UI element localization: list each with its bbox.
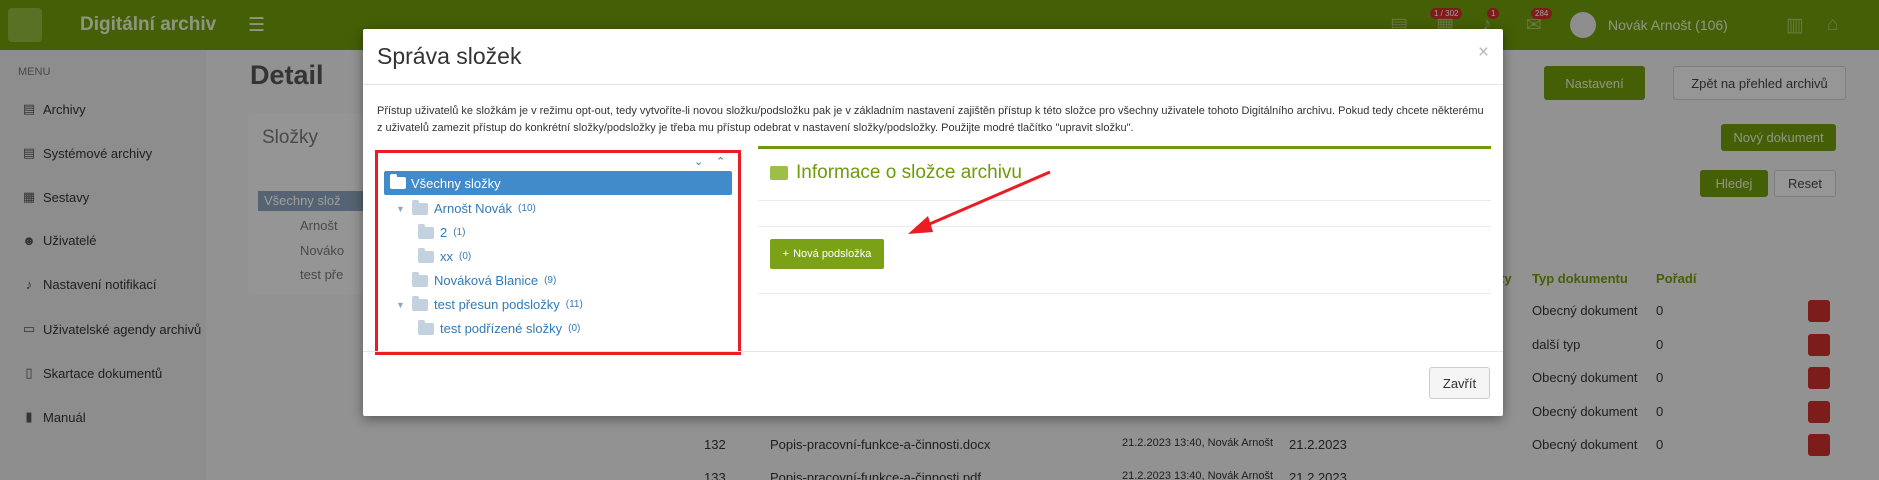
expand-all-icon[interactable]: ⌄ [694,155,703,168]
folder-icon [418,319,434,335]
tree-root-all-folders[interactable]: Všechny složky [384,171,732,195]
tree-node-2[interactable]: 2 (1) [418,223,466,240]
folder-icon [412,295,428,311]
folder-info-panel: Informace o složce archivu + Nová podslo… [758,146,1491,376]
tree-node-label: Nováková Blanice [434,273,539,288]
tree-node-label: 2 [440,225,448,240]
folder-icon [418,223,434,239]
folder-icon [770,166,788,180]
modal-title: Správa složek [377,43,522,69]
divider [758,293,1491,294]
info-panel-title: Informace o složce archivu [770,162,1022,184]
folder-tree: ⌄ ⌃ Všechny složky ▼ Arnošt Novák (10) 2… [375,150,741,355]
divider [758,226,1491,227]
new-subfolder-button[interactable]: + Nová podsložka [770,239,884,269]
caret-down-icon[interactable]: ▼ [396,204,406,214]
collapse-all-icon[interactable]: ⌃ [716,155,725,168]
modal-description: Přístup uživatelů ke složkám je v režimu… [377,105,1484,134]
close-icon[interactable]: × [1478,42,1489,64]
folder-management-modal: Správa složek × Přístup uživatelů ke slo… [363,29,1503,416]
tree-node-label: Arnošt Novák [434,201,513,216]
tree-node-label: test podřízené složky [440,321,563,336]
tree-node-label: test přesun podsložky [434,297,560,312]
info-panel-title-text: Informace o složce archivu [796,162,1022,183]
divider [363,84,1503,85]
tree-node-count: (9) [544,275,557,286]
tree-node-xx[interactable]: xx (0) [418,247,472,264]
tree-node-test-podrizene-slozky[interactable]: test podřízené složky (0) [418,319,581,336]
tree-node-count: (0) [568,323,581,334]
tree-root-label: Všechny složky [411,175,501,191]
tree-node-count: (0) [459,251,472,262]
tree-node-novakova-blanice[interactable]: Nováková Blanice (9) [412,271,557,288]
divider [758,200,1491,201]
tree-node-test-presun-podslozky[interactable]: ▼ test přesun podsložky (11) [396,295,583,312]
tree-node-arnost-novak[interactable]: ▼ Arnošt Novák (10) [396,199,536,216]
folder-icon [418,247,434,263]
caret-down-icon[interactable]: ▼ [396,300,406,310]
new-subfolder-label: Nová podsložka [793,248,872,260]
tree-node-count: (10) [518,203,536,214]
tree-node-count: (1) [453,227,466,238]
divider [363,351,1503,352]
tree-node-count: (11) [565,299,583,310]
close-button[interactable]: Zavřít [1429,367,1490,399]
tree-node-label: xx [440,249,453,264]
folder-open-icon [390,174,406,189]
folder-icon [412,271,428,287]
plus-icon: + [782,248,790,260]
folder-icon [412,199,428,215]
